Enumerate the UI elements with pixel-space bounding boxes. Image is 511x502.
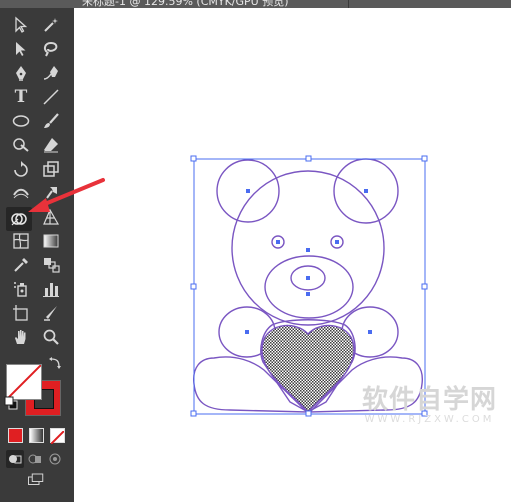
draw-behind-icon[interactable] bbox=[26, 450, 44, 468]
eraser-tool-icon[interactable] bbox=[40, 134, 62, 156]
rotate-tool-icon[interactable] bbox=[10, 158, 32, 180]
screen-mode-icon[interactable] bbox=[24, 470, 48, 490]
blend-tool-icon[interactable] bbox=[40, 254, 62, 276]
artboard-canvas[interactable] bbox=[74, 8, 511, 502]
draw-inside-icon[interactable] bbox=[46, 450, 64, 468]
color-mode-button[interactable] bbox=[8, 428, 23, 443]
hand-tool-icon[interactable] bbox=[10, 326, 32, 348]
paintbrush-tool-icon[interactable] bbox=[40, 110, 62, 132]
none-mode-button[interactable] bbox=[50, 428, 65, 445]
none-slash-icon bbox=[50, 430, 65, 445]
shaper-tool-icon[interactable] bbox=[10, 134, 32, 156]
pen-tool-icon[interactable] bbox=[10, 62, 32, 84]
line-segment-tool-icon[interactable] bbox=[40, 86, 62, 108]
free-transform-tool-icon[interactable] bbox=[40, 182, 62, 204]
width-tool-icon[interactable] bbox=[10, 182, 32, 204]
type-tool-icon[interactable]: T bbox=[10, 86, 32, 108]
default-colors-icon[interactable] bbox=[4, 396, 18, 410]
tab-separator bbox=[348, 0, 349, 8]
zoom-tool-icon[interactable] bbox=[40, 326, 62, 348]
slice-tool-icon[interactable] bbox=[40, 302, 62, 324]
lasso-tool-icon[interactable] bbox=[40, 38, 62, 60]
gradient-tool-icon[interactable] bbox=[40, 230, 62, 252]
swap-colors-icon[interactable] bbox=[48, 356, 62, 370]
direct-selection-tool-icon[interactable] bbox=[10, 38, 32, 60]
site-watermark: 软件自学网 WWW.RJZXW.COM bbox=[362, 386, 497, 425]
tools-panel: T bbox=[0, 8, 74, 502]
type-tool-glyph: T bbox=[14, 87, 28, 107]
artboard-tool-icon[interactable] bbox=[10, 302, 32, 324]
document-title[interactable]: 未标题-1 @ 129.59% (CMYK/GPU 预览) bbox=[82, 0, 289, 8]
shape-builder-tool-icon[interactable] bbox=[6, 207, 32, 231]
perspective-grid-tool-icon[interactable] bbox=[40, 206, 62, 228]
selection-tool-icon[interactable] bbox=[10, 14, 32, 36]
symbol-sprayer-tool-icon[interactable] bbox=[10, 278, 32, 300]
ellipse-tool-icon[interactable] bbox=[10, 110, 32, 132]
scale-tool-icon[interactable] bbox=[40, 158, 62, 180]
eyedropper-tool-icon[interactable] bbox=[10, 254, 32, 276]
gradient-mode-button[interactable] bbox=[29, 428, 44, 443]
watermark-url: WWW.RJZXW.COM bbox=[364, 414, 495, 425]
magic-wand-tool-icon[interactable] bbox=[40, 14, 62, 36]
curvature-tool-icon[interactable] bbox=[40, 62, 62, 84]
column-graph-tool-icon[interactable] bbox=[40, 278, 62, 300]
watermark-text: 软件自学网 bbox=[361, 385, 497, 415]
draw-normal-icon[interactable] bbox=[6, 450, 24, 468]
document-tab-bar: 未标题-1 @ 129.59% (CMYK/GPU 预览) bbox=[0, 0, 511, 8]
mesh-tool-icon[interactable] bbox=[10, 230, 32, 252]
